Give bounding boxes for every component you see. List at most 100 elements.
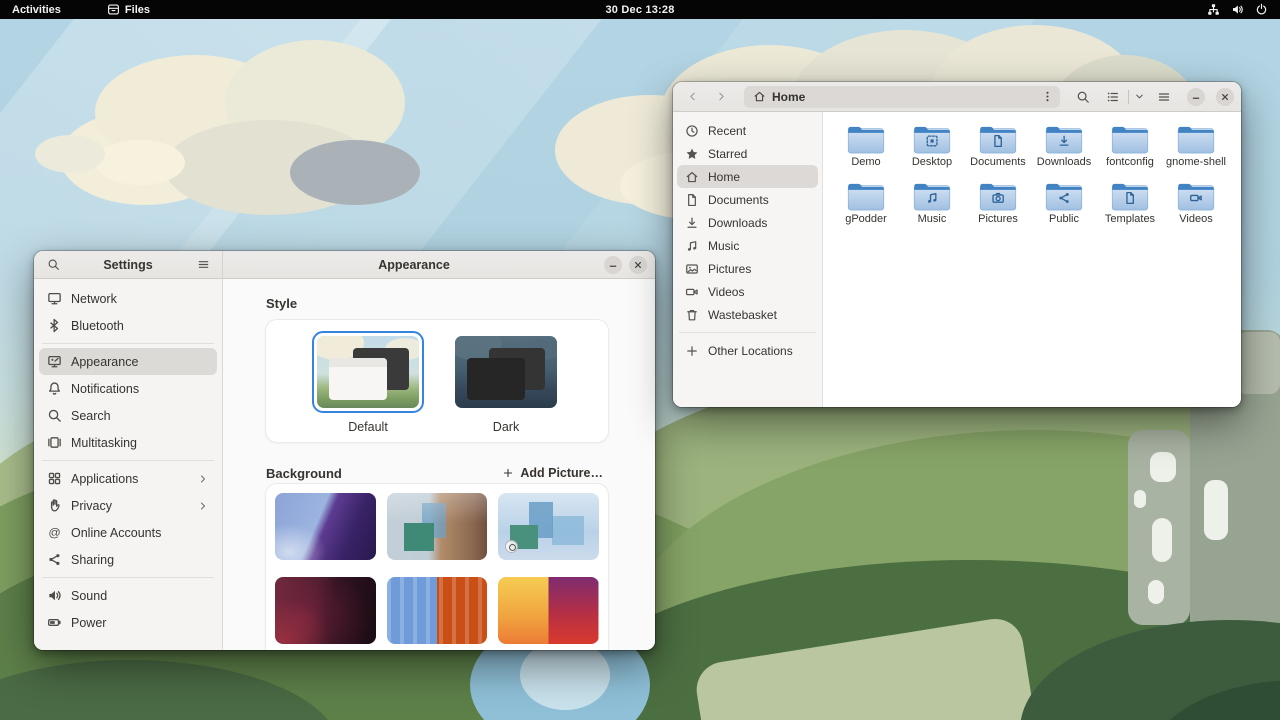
settings-search-button[interactable]	[42, 254, 64, 276]
folder-icon	[1177, 124, 1215, 154]
settings-item-search[interactable]: Search	[39, 402, 217, 429]
bell-icon	[47, 381, 62, 396]
hamburger-menu-icon	[197, 258, 210, 271]
sidebar-item-recent[interactable]: Recent	[677, 119, 818, 142]
folder-icon	[979, 181, 1017, 211]
background-section-title: Background	[266, 466, 342, 481]
sidebar-item-label: Wastebasket	[708, 308, 777, 322]
sidebar-divider	[679, 332, 816, 333]
system-status-area[interactable]	[1201, 0, 1274, 19]
view-options-button[interactable]	[1131, 85, 1147, 108]
minimize-button[interactable]	[1187, 88, 1205, 106]
folder-name: gPodder	[845, 213, 887, 225]
list-view-button[interactable]	[1100, 85, 1126, 108]
folder-item-public[interactable]: Public	[1031, 181, 1097, 238]
settings-item-applications[interactable]: Applications	[39, 465, 217, 492]
settings-item-privacy[interactable]: Privacy	[39, 492, 217, 519]
folder-item-pictures[interactable]: Pictures	[965, 181, 1031, 238]
settings-item-label: Sound	[71, 589, 209, 603]
wallpaper-purple-hexagons[interactable]	[275, 493, 376, 560]
settings-item-network[interactable]: Network	[39, 285, 217, 312]
sidebar-item-label: Pictures	[708, 262, 751, 276]
path-menu-button[interactable]	[1036, 87, 1058, 107]
sound-icon	[47, 588, 62, 603]
folder-item-music[interactable]: Music	[899, 181, 965, 238]
kebab-menu-icon	[1041, 90, 1054, 103]
settings-item-multitasking[interactable]: Multitasking	[39, 429, 217, 456]
home-icon	[685, 170, 699, 184]
settings-item-sharing[interactable]: Sharing	[39, 546, 217, 573]
folder-item-gpodder[interactable]: gPodder	[833, 181, 899, 238]
sidebar-item-documents[interactable]: Documents	[677, 188, 818, 211]
add-picture-button[interactable]: Add Picture…	[494, 462, 611, 484]
folder-name: Videos	[1179, 213, 1212, 225]
sidebar-item-downloads[interactable]: Downloads	[677, 211, 818, 234]
share-icon	[47, 552, 62, 567]
settings-item-notifications[interactable]: Notifications	[39, 375, 217, 402]
folder-item-videos[interactable]: Videos	[1163, 181, 1229, 238]
close-button[interactable]	[629, 256, 647, 274]
sidebar-item-wastebasket[interactable]: Wastebasket	[677, 303, 818, 326]
search-button[interactable]	[1070, 85, 1096, 108]
minimize-button[interactable]	[604, 256, 622, 274]
settings-sidebar-headerbar: Settings	[34, 251, 223, 279]
sidebar-item-videos[interactable]: Videos	[677, 280, 818, 303]
plus-icon	[502, 467, 514, 479]
sidebar-item-home[interactable]: Home	[677, 165, 818, 188]
folder-item-templates[interactable]: Templates	[1097, 181, 1163, 238]
svg-text:@: @	[48, 526, 60, 540]
wallpaper-shapes-day[interactable]	[498, 493, 599, 560]
folder-icon	[913, 124, 951, 154]
activities-button[interactable]: Activities	[0, 0, 73, 19]
wallpaper-pixels-blue-orange[interactable]	[387, 577, 488, 644]
style-card: Default Dark	[265, 319, 609, 443]
path-bar[interactable]: Home	[744, 86, 1060, 108]
sidebar-item-label: Other Locations	[708, 344, 793, 358]
folder-item-downloads[interactable]: Downloads	[1031, 124, 1097, 181]
settings-item-sound[interactable]: Sound	[39, 582, 217, 609]
folder-name: Music	[918, 213, 947, 225]
settings-item-label: Bluetooth	[71, 319, 209, 333]
star-icon	[685, 147, 699, 161]
wallpaper-shapes-sepia[interactable]	[387, 493, 488, 560]
wallpaper-gradient-yellow-red[interactable]	[498, 577, 599, 644]
settings-item-bluetooth[interactable]: Bluetooth	[39, 312, 217, 339]
wallpaper-dark-red[interactable]	[275, 577, 376, 644]
settings-item-online-accounts[interactable]: @ Online Accounts	[39, 519, 217, 546]
settings-item-appearance[interactable]: Appearance	[39, 348, 217, 375]
settings-item-power[interactable]: Power	[39, 609, 217, 636]
settings-menu-button[interactable]	[192, 254, 214, 276]
close-button[interactable]	[1216, 88, 1234, 106]
back-button[interactable]	[680, 85, 705, 108]
folder-item-gnome-shell[interactable]: gnome-shell	[1163, 124, 1229, 181]
folder-name: Pictures	[978, 213, 1018, 225]
sidebar-item-pictures[interactable]: Pictures	[677, 257, 818, 280]
chevron-right-icon	[715, 90, 728, 103]
folder-name: Demo	[851, 156, 880, 168]
appearance-icon	[47, 354, 62, 369]
settings-item-label: Notifications	[71, 382, 209, 396]
settings-item-label: Online Accounts	[71, 526, 209, 540]
folder-name: Documents	[970, 156, 1026, 168]
sidebar-item-music[interactable]: Music	[677, 234, 818, 257]
forward-button[interactable]	[709, 85, 734, 108]
sidebar-item-other-locations[interactable]: Other Locations	[677, 339, 818, 362]
style-section-title: Style	[266, 296, 297, 311]
clock[interactable]: 30 Dec 13:28	[605, 4, 674, 16]
style-option-dark[interactable]: Dark	[450, 331, 562, 442]
stream-highlight	[520, 640, 610, 710]
folder-item-fontconfig[interactable]: fontconfig	[1097, 124, 1163, 181]
app-menu-button[interactable]: Files	[95, 0, 162, 19]
sidebar-divider	[42, 343, 214, 344]
sidebar-item-starred[interactable]: Starred	[677, 142, 818, 165]
sidebar-item-label: Home	[708, 170, 740, 184]
folder-item-desktop[interactable]: Desktop	[899, 124, 965, 181]
folder-item-documents[interactable]: Documents	[965, 124, 1031, 181]
settings-sidebar: Network Bluetooth Appearance Notifications S…	[34, 279, 223, 650]
folder-name: Downloads	[1037, 156, 1091, 168]
panel-title: Appearance	[231, 258, 597, 272]
files-menu-button[interactable]	[1151, 85, 1177, 108]
folder-icon	[1045, 181, 1083, 211]
style-option-default[interactable]: Default	[312, 331, 424, 442]
folder-item-demo[interactable]: Demo	[833, 124, 899, 181]
